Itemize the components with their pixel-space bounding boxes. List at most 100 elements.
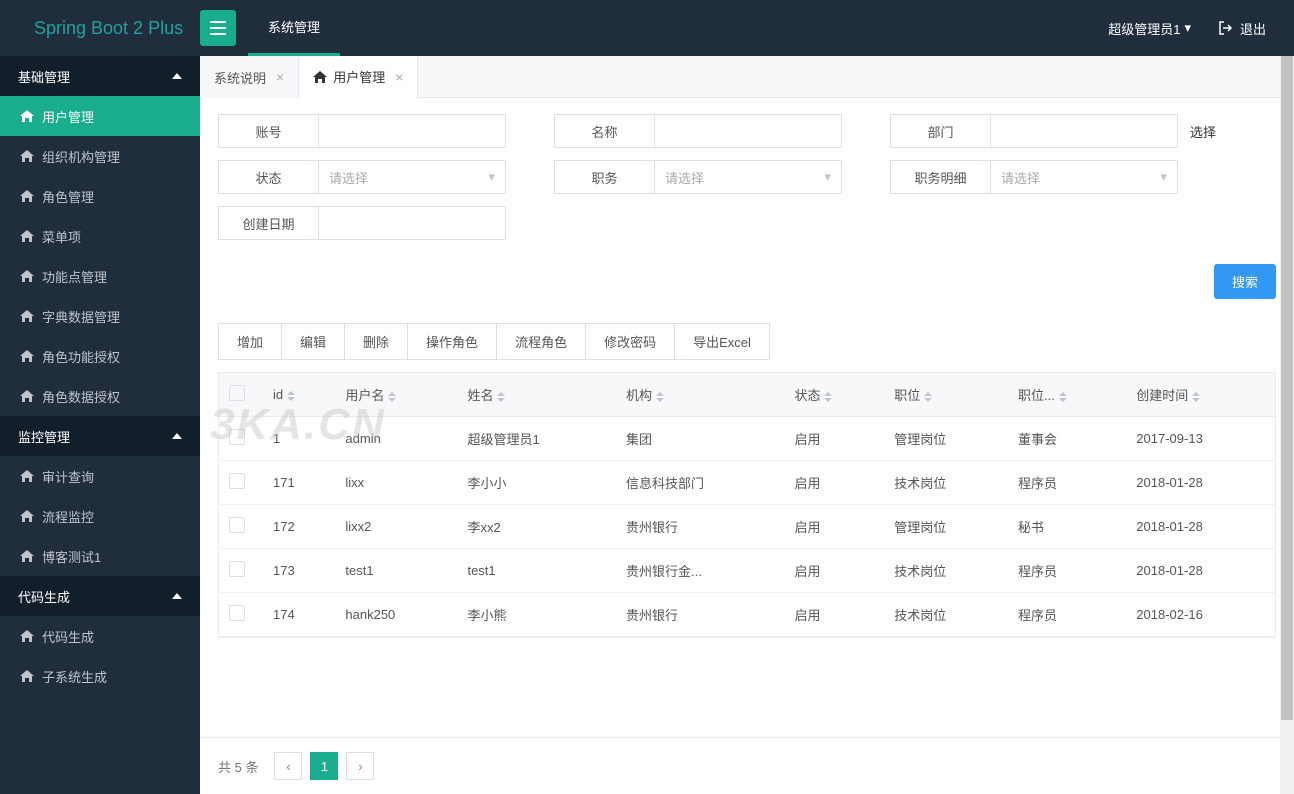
page-tab[interactable]: 用户管理× (299, 56, 418, 98)
chevron-down-icon: ▾ (824, 169, 831, 185)
row-checkbox[interactable] (229, 561, 245, 577)
sidebar-item[interactable]: 功能点管理 (0, 256, 200, 296)
page-tab[interactable]: 系统说明× (200, 56, 299, 98)
chevron-up-icon (172, 73, 182, 79)
sidebar-item[interactable]: 角色管理 (0, 176, 200, 216)
edit-button[interactable]: 编辑 (281, 323, 345, 360)
chevron-down-icon: ▾ (488, 169, 495, 185)
home-icon (20, 350, 34, 362)
sort-icon (287, 391, 295, 401)
table-row[interactable]: 171lixx李小小信息科技部门启用技术岗位程序员2018-01-28 (219, 461, 1275, 505)
sidebar-item[interactable]: 角色数据授权 (0, 376, 200, 416)
table-column-header[interactable]: 用户名 (335, 373, 457, 417)
scrollbar-track[interactable] (1280, 56, 1294, 794)
sidebar-item[interactable]: 审计查询 (0, 456, 200, 496)
export-button[interactable]: 导出Excel (674, 323, 770, 360)
search-job: 职务 请选择 ▾ (554, 160, 842, 194)
home-icon (20, 510, 34, 522)
sidebar-item[interactable]: 组织机构管理 (0, 136, 200, 176)
user-dropdown[interactable]: 超级管理员1 ▾ (1108, 19, 1191, 38)
username-label: 超级管理员1 (1108, 19, 1180, 38)
home-icon (20, 670, 34, 682)
table-column-header[interactable]: 职位 (884, 373, 1008, 417)
table-row[interactable]: 173test1test1贵州银行金...启用技术岗位程序员2018-01-28 (219, 549, 1275, 593)
sidebar-toggle-button[interactable] (200, 10, 236, 46)
home-icon (20, 630, 34, 642)
search-jobdetail: 职务明细 请选择 ▾ (890, 160, 1178, 194)
sort-icon (1059, 392, 1067, 402)
sort-icon (497, 392, 505, 402)
pagination: 共 5 条 ‹ 1 › (200, 737, 1294, 794)
home-icon (20, 390, 34, 402)
home-icon (20, 270, 34, 282)
search-dept: 部门 (890, 114, 1178, 148)
search-button[interactable]: 搜索 (1214, 264, 1276, 299)
changepwd-button[interactable]: 修改密码 (585, 323, 675, 360)
row-checkbox[interactable] (229, 429, 245, 445)
home-icon (20, 550, 34, 562)
sidebar-item[interactable]: 字典数据管理 (0, 296, 200, 336)
oprole-button[interactable]: 操作角色 (407, 323, 497, 360)
jobdetail-select[interactable]: 请选择 ▾ (990, 160, 1178, 194)
name-input[interactable] (654, 114, 842, 148)
sort-icon (824, 392, 832, 402)
search-account: 账号 (218, 114, 506, 148)
table-column-header[interactable]: 姓名 (457, 373, 616, 417)
account-input[interactable] (318, 114, 506, 148)
sidebar-item[interactable]: 用户管理 (0, 96, 200, 136)
nav-group-title[interactable]: 监控管理 (0, 416, 200, 456)
table-row[interactable]: 1admin超级管理员1集团启用管理岗位董事会2017-09-13 (219, 417, 1275, 461)
sidebar-item[interactable]: 博客测试1 (0, 536, 200, 576)
home-icon (20, 470, 34, 482)
close-icon[interactable]: × (276, 69, 284, 85)
select-all-checkbox[interactable] (229, 385, 245, 401)
scrollbar-thumb[interactable] (1281, 56, 1293, 720)
dept-input[interactable] (990, 114, 1178, 148)
sidebar-item[interactable]: 子系统生成 (0, 656, 200, 696)
page-tabs: 系统说明×用户管理× (200, 56, 1294, 98)
createdate-input[interactable] (318, 206, 506, 240)
logout-button[interactable]: 退出 (1219, 19, 1266, 38)
table-column-header[interactable]: id (263, 373, 335, 417)
nav-group-title[interactable]: 代码生成 (0, 576, 200, 616)
logout-icon (1219, 21, 1234, 35)
home-icon (313, 71, 327, 83)
search-status: 状态 请选择 ▾ (218, 160, 506, 194)
delete-button[interactable]: 删除 (344, 323, 408, 360)
sidebar-item[interactable]: 代码生成 (0, 616, 200, 656)
row-checkbox[interactable] (229, 517, 245, 533)
main-content: 系统说明×用户管理× 账号 名称 部门 选择 状态 (200, 56, 1294, 794)
chevron-down-icon: ▾ (1160, 169, 1167, 185)
search-createdate: 创建日期 (218, 206, 506, 240)
table-toolbar: 增加 编辑 删除 操作角色 流程角色 修改密码 导出Excel (218, 323, 1276, 360)
page-next-button[interactable]: › (346, 752, 374, 780)
table-column-header[interactable]: 创建时间 (1126, 373, 1275, 417)
search-name: 名称 (554, 114, 842, 148)
table-column-header[interactable]: 机构 (616, 373, 784, 417)
sort-icon (924, 392, 932, 402)
sidebar-item[interactable]: 流程监控 (0, 496, 200, 536)
sidebar: 基础管理用户管理组织机构管理角色管理菜单项功能点管理字典数据管理角色功能授权角色… (0, 56, 200, 794)
flowrole-button[interactable]: 流程角色 (496, 323, 586, 360)
row-checkbox[interactable] (229, 605, 245, 621)
row-checkbox[interactable] (229, 473, 245, 489)
search-form: 账号 名称 部门 选择 状态 请选择 ▾ (218, 114, 1276, 240)
sidebar-item[interactable]: 角色功能授权 (0, 336, 200, 376)
page-prev-button[interactable]: ‹ (274, 752, 302, 780)
top-nav-tab[interactable]: 系统管理 (248, 0, 340, 56)
job-select[interactable]: 请选择 ▾ (654, 160, 842, 194)
table-row[interactable]: 172lixx2李xx2贵州银行启用管理岗位秘书2018-01-28 (219, 505, 1275, 549)
add-button[interactable]: 增加 (218, 323, 282, 360)
app-header: Spring Boot 2 Plus 系统管理 超级管理员1 ▾ 退出 (0, 0, 1294, 56)
select-link[interactable]: 选择 (1190, 122, 1216, 141)
sidebar-item[interactable]: 菜单项 (0, 216, 200, 256)
status-select[interactable]: 请选择 ▾ (318, 160, 506, 194)
close-icon[interactable]: × (395, 69, 403, 85)
table-column-header[interactable]: 职位... (1008, 373, 1126, 417)
home-icon (20, 310, 34, 322)
hamburger-icon (210, 21, 226, 35)
table-row[interactable]: 174hank250李小熊贵州银行启用技术岗位程序员2018-02-16 (219, 593, 1275, 637)
page-number-button[interactable]: 1 (310, 752, 338, 780)
nav-group-title[interactable]: 基础管理 (0, 56, 200, 96)
table-column-header[interactable]: 状态 (784, 373, 884, 417)
